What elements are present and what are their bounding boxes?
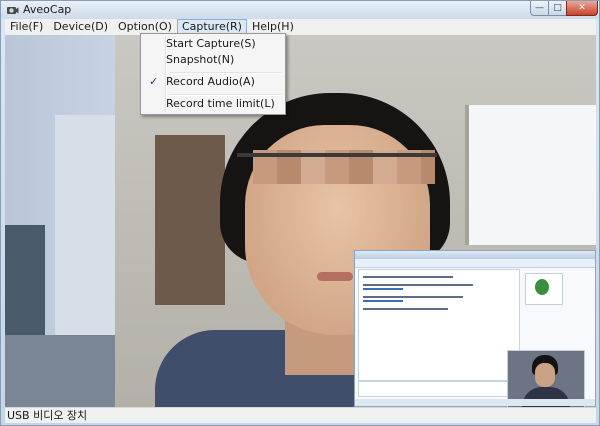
window-title: AveoCap bbox=[23, 3, 72, 16]
person-mouth bbox=[317, 272, 353, 281]
webcam-icon bbox=[7, 7, 19, 14]
menu-item-record-audio[interactable]: ✓ Record Audio(A) bbox=[143, 73, 283, 91]
chat-line bbox=[363, 288, 403, 290]
messenger-statusbar bbox=[355, 399, 595, 406]
status-bar: USB 비디오 장치 bbox=[5, 407, 596, 423]
minimize-button[interactable]: — bbox=[530, 1, 549, 16]
menu-device[interactable]: Device(D) bbox=[48, 19, 113, 35]
menu-file[interactable]: File(F) bbox=[5, 19, 48, 35]
chat-line bbox=[363, 300, 403, 302]
background-window bbox=[465, 105, 596, 245]
person-glasses bbox=[237, 153, 437, 157]
background-desk bbox=[5, 335, 125, 407]
messenger-toolbar bbox=[355, 259, 595, 268]
messenger-input bbox=[358, 381, 520, 397]
menu-item-snapshot[interactable]: Snapshot(N) bbox=[143, 51, 283, 69]
maximize-button[interactable]: □ bbox=[548, 1, 567, 16]
cam-person-face bbox=[535, 363, 555, 387]
video-preview bbox=[5, 35, 596, 407]
messenger-chat-area bbox=[358, 269, 520, 381]
close-button[interactable]: ✕ bbox=[566, 1, 598, 16]
minimize-icon: — bbox=[535, 3, 544, 13]
chat-line bbox=[363, 284, 473, 286]
menu-item-label: Snapshot(N) bbox=[166, 53, 235, 66]
device-status-text: USB 비디오 장치 bbox=[7, 409, 88, 422]
messenger-logo-icon bbox=[535, 279, 549, 295]
chat-line bbox=[363, 308, 448, 310]
menu-bar: File(F) Device(D) Option(O) Capture(R) H… bbox=[5, 19, 596, 35]
chat-line bbox=[363, 276, 453, 278]
messenger-window-overlay bbox=[354, 250, 596, 407]
title-bar[interactable]: AveoCap — □ ✕ bbox=[1, 1, 599, 19]
close-icon: ✕ bbox=[578, 3, 586, 13]
background-door bbox=[155, 135, 225, 305]
chat-line bbox=[363, 296, 463, 298]
maximize-icon: □ bbox=[553, 3, 562, 13]
background-cabinet bbox=[55, 115, 117, 345]
check-icon: ✓ bbox=[149, 75, 159, 88]
menu-item-label: Record Audio(A) bbox=[166, 75, 255, 88]
capture-dropdown-menu: Start Capture(S) Snapshot(N) ✓ Record Au… bbox=[140, 33, 286, 115]
menu-item-record-time-limit[interactable]: Record time limit(L) bbox=[143, 95, 283, 113]
messenger-titlebar bbox=[355, 251, 595, 259]
main-window: AveoCap — □ ✕ File(F) Device(D) Option(O… bbox=[0, 0, 600, 426]
menu-item-label: Record time limit(L) bbox=[166, 97, 275, 110]
